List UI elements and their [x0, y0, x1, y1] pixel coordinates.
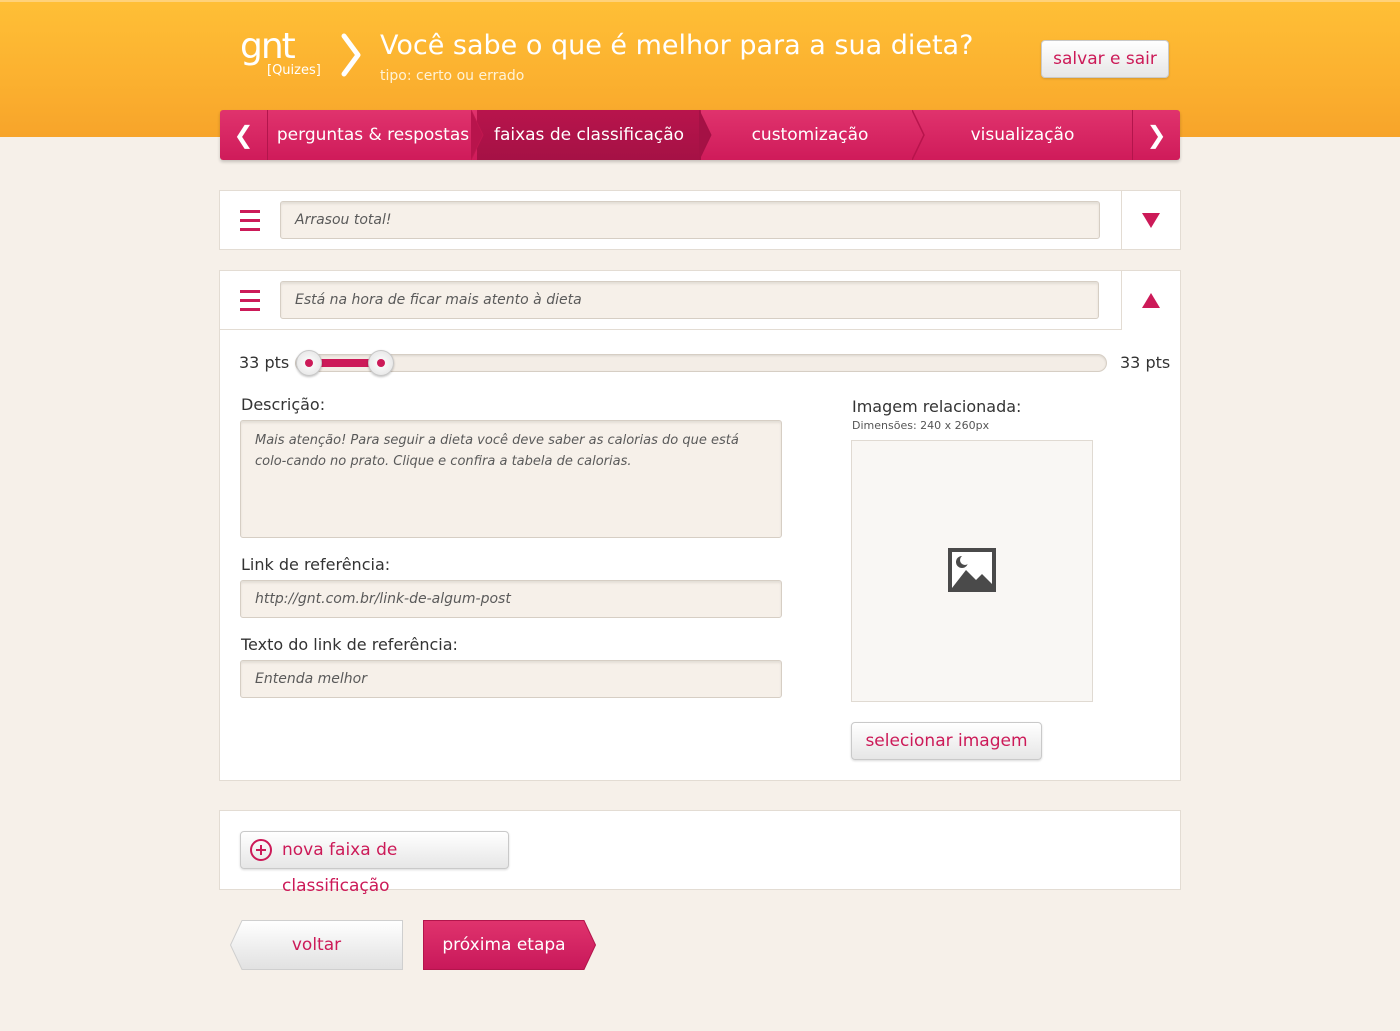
tabs-prev-arrow-icon[interactable]: ❮: [220, 110, 268, 160]
add-range-button[interactable]: nova faixa de classificação: [240, 831, 509, 896]
tab-customizacao[interactable]: customização: [705, 110, 915, 160]
back-button[interactable]: voltar: [230, 920, 403, 970]
tab-faixas-classificacao[interactable]: faixas de classificação: [477, 110, 701, 160]
range-min-label: 33 pts: [239, 353, 290, 372]
reference-link-input[interactable]: http://gnt.com.br/link-de-algum-post: [240, 580, 782, 618]
tab-perguntas-respostas[interactable]: perguntas & respostas: [269, 110, 477, 160]
save-exit-button[interactable]: salvar e sair: [1041, 40, 1169, 78]
expand-toggle[interactable]: [1121, 191, 1180, 249]
drag-handle-icon[interactable]: [240, 290, 260, 311]
plus-circle-icon: [250, 839, 272, 861]
description-textarea[interactable]: Mais atenção! Para seguir a dieta você d…: [240, 420, 782, 538]
reference-link-text-input[interactable]: Entenda melhor: [240, 660, 782, 698]
logo-subtext: [Quizes]: [267, 63, 321, 78]
logo-text: gnt: [240, 26, 296, 67]
triangle-up-icon: [1142, 293, 1160, 308]
triangle-down-icon: [1142, 213, 1160, 228]
range-card: Arrasou total!: [219, 190, 1181, 250]
back-label: voltar: [291, 935, 342, 955]
tabs-next-arrow-icon[interactable]: ❯: [1132, 110, 1180, 160]
gnt-quizes-logo[interactable]: gnt [Quizes]: [240, 26, 330, 82]
image-preview[interactable]: [851, 440, 1093, 702]
drag-handle-icon[interactable]: [240, 210, 260, 231]
step-tabs: ❮ perguntas & respostas faixas de classi…: [220, 110, 1180, 160]
image-dimensions: Dimensões: 240 x 260px: [852, 419, 990, 432]
divider: [220, 329, 1122, 330]
description-label: Descrição:: [241, 395, 326, 414]
next-step-label: próxima etapa: [442, 935, 566, 955]
reference-link-text-label: Texto do link de referência:: [241, 635, 458, 654]
quiz-type: tipo: certo ou errado: [380, 68, 525, 84]
reference-link-label: Link de referência:: [241, 555, 391, 574]
range-title-input[interactable]: Arrasou total!: [280, 201, 1100, 239]
points-range-slider[interactable]: [295, 350, 1107, 376]
chevron-right-icon: [341, 33, 361, 77]
quiz-title: Você sabe o que é melhor para a sua diet…: [380, 30, 974, 61]
add-range-label: nova faixa de classificação: [282, 840, 398, 896]
image-placeholder-icon: [948, 548, 996, 592]
tab-visualizacao[interactable]: visualização: [920, 110, 1125, 160]
select-image-button[interactable]: selecionar imagem: [851, 722, 1042, 760]
range-max-label: 33 pts: [1120, 353, 1171, 372]
tab-separator: [471, 110, 484, 160]
range-title-input[interactable]: Está na hora de ficar mais atento à diet…: [280, 281, 1099, 319]
next-step-button[interactable]: próxima etapa: [423, 920, 596, 970]
related-image-label: Imagem relacionada:: [852, 397, 1022, 416]
collapse-toggle[interactable]: [1121, 271, 1180, 330]
slider-start-handle[interactable]: [296, 350, 322, 376]
